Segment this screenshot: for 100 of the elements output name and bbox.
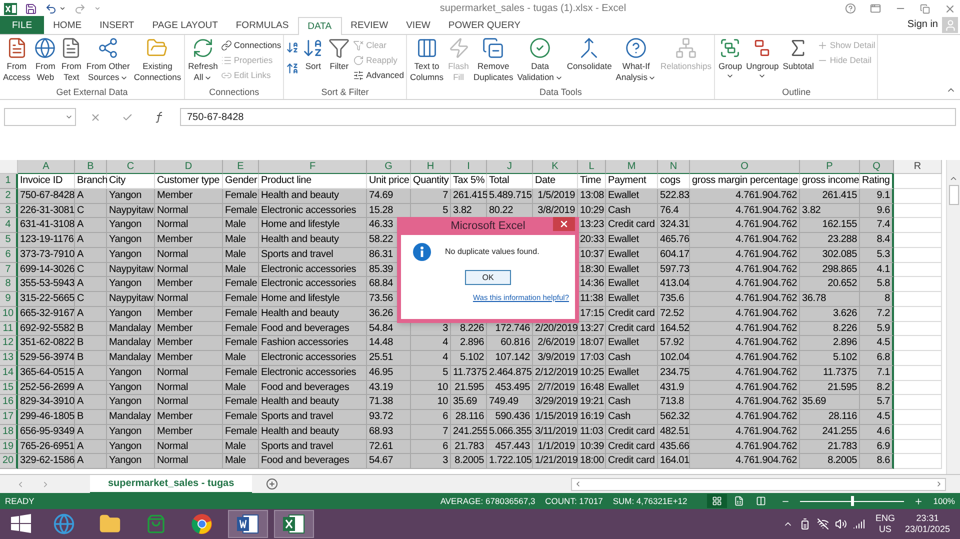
ribbon-button[interactable]: From Other Sources — [85, 37, 131, 83]
row-header[interactable]: 12 — [0, 336, 18, 351]
column-header[interactable]: L — [578, 160, 606, 174]
row-header[interactable]: 13 — [0, 351, 18, 366]
view-button[interactable] — [707, 494, 728, 508]
zoom-in-icon[interactable] — [914, 496, 924, 506]
save-icon[interactable] — [25, 2, 37, 14]
sort-descending-icon[interactable] — [286, 62, 300, 75]
enter-icon[interactable] — [122, 112, 133, 122]
column-header[interactable]: F — [259, 160, 367, 174]
row-header[interactable]: 18 — [0, 424, 18, 440]
volume-icon[interactable] — [835, 518, 848, 530]
network-off-icon[interactable] — [817, 518, 830, 530]
ribbon-button[interactable]: From Web — [33, 37, 58, 83]
ribbon-display-icon[interactable] — [870, 3, 881, 14]
row-header[interactable]: 3 — [0, 204, 18, 218]
add-sheet-icon[interactable] — [266, 478, 278, 490]
ribbon-tab[interactable]: REVIEW — [342, 17, 398, 34]
column-header[interactable]: O — [690, 160, 800, 174]
column-header[interactable]: G — [367, 160, 411, 174]
zoom-thumb[interactable] — [850, 496, 854, 506]
row-header[interactable]: 15 — [0, 380, 18, 396]
ribbon-tab[interactable]: PAGE LAYOUT — [143, 17, 227, 34]
column-header[interactable]: A — [18, 160, 75, 174]
row-header[interactable]: 5 — [0, 233, 18, 248]
cancel-icon[interactable] — [90, 112, 102, 122]
ribbon-tab[interactable]: INSERT — [90, 17, 144, 34]
ribbon-button[interactable]: From Access — [2, 37, 32, 83]
ribbon-tab[interactable]: POWER QUERY — [439, 17, 530, 34]
sheet-tab[interactable]: supermarket_sales - tugas — [90, 474, 252, 494]
row-header[interactable]: 4 — [0, 218, 18, 233]
column-header[interactable]: C — [107, 160, 155, 174]
column-header[interactable]: N — [658, 160, 690, 174]
row-header[interactable]: 8 — [0, 277, 18, 292]
ribbon-tab[interactable]: FILE — [0, 16, 44, 34]
ok-button[interactable]: OK — [465, 270, 511, 285]
row-header[interactable]: 10 — [0, 306, 18, 322]
horizontal-scrollbar[interactable] — [571, 478, 946, 490]
row-header[interactable]: 9 — [0, 292, 18, 307]
ribbon-small-button[interactable]: Connections — [220, 39, 282, 52]
close-button[interactable] — [553, 217, 575, 231]
column-header[interactable]: R — [894, 160, 942, 174]
column-header[interactable]: P — [800, 160, 860, 174]
undo-icon[interactable] — [45, 2, 57, 14]
row-header[interactable]: 19 — [0, 440, 18, 454]
customize-icon[interactable] — [94, 5, 101, 12]
signal-icon[interactable] — [853, 518, 866, 530]
language-indicator[interactable]: ENG US — [875, 513, 895, 535]
clock[interactable]: 23:31 23/01/2025 — [904, 513, 950, 535]
ribbon-button[interactable]: Sort — [301, 37, 326, 72]
sign-in-link[interactable]: Sign in — [907, 17, 938, 32]
ribbon-button[interactable]: Ungroup — [745, 37, 780, 80]
battery-icon[interactable] — [799, 518, 812, 530]
row-header[interactable]: 1 — [0, 174, 18, 189]
column-header[interactable]: H — [411, 160, 451, 174]
caret-icon[interactable] — [59, 5, 66, 12]
taskbar-app[interactable] — [274, 510, 314, 538]
ribbon-tab[interactable]: DATA — [298, 17, 342, 35]
ribbon-small-button[interactable]: Advanced — [353, 69, 404, 82]
column-header[interactable]: Q — [860, 160, 894, 174]
column-header[interactable]: J — [487, 160, 533, 174]
windows-start-icon[interactable] — [10, 513, 32, 535]
column-header[interactable]: D — [155, 160, 223, 174]
ribbon-tab[interactable]: HOME — [44, 17, 91, 34]
ribbon-button[interactable]: Data Validation — [516, 37, 564, 83]
formula-input[interactable]: 750-67-8428 — [180, 108, 956, 126]
taskbar-app[interactable] — [228, 510, 268, 538]
ribbon-tab[interactable]: FORMULAS — [226, 17, 298, 34]
ribbon-button[interactable]: From Text — [59, 37, 84, 83]
ribbon-button[interactable]: Filter — [327, 37, 352, 72]
ribbon-button[interactable]: Existing Connections — [132, 37, 182, 83]
ribbon-button[interactable]: What-If Analysis — [614, 37, 658, 83]
row-header[interactable]: 2 — [0, 188, 18, 204]
vertical-scrollbar[interactable] — [946, 160, 960, 474]
scrollbar-thumb[interactable] — [948, 185, 958, 205]
column-header[interactable]: M — [606, 160, 658, 174]
restore-icon[interactable] — [920, 4, 930, 14]
row-header[interactable]: 7 — [0, 262, 18, 278]
column-header[interactable]: I — [451, 160, 487, 174]
ribbon-button[interactable]: Group — [717, 37, 744, 80]
row-header[interactable]: 20 — [0, 454, 18, 469]
column-header[interactable]: E — [223, 160, 259, 174]
ribbon-button[interactable]: Subtotal — [782, 37, 815, 72]
row-header[interactable]: 11 — [0, 322, 18, 336]
help-icon[interactable] — [845, 3, 856, 14]
column-header[interactable]: K — [533, 160, 578, 174]
close-icon[interactable] — [944, 2, 956, 14]
ribbon-button[interactable]: Refresh All — [187, 37, 219, 83]
row-header[interactable]: 14 — [0, 366, 18, 380]
ribbon-button[interactable]: Consolidate — [566, 37, 613, 72]
row-header[interactable]: 16 — [0, 395, 18, 410]
zoom-slider[interactable] — [800, 496, 904, 506]
column-header[interactable]: B — [75, 160, 107, 174]
scroll-up-icon[interactable] — [949, 174, 958, 183]
row-header[interactable]: 17 — [0, 410, 18, 425]
ribbon-button[interactable]: Remove Duplicates — [472, 37, 514, 83]
ribbon-tab[interactable]: VIEW — [397, 17, 440, 34]
row-header[interactable]: 6 — [0, 248, 18, 262]
sort-ascending-icon[interactable] — [286, 41, 300, 54]
ribbon-button[interactable]: Text to Columns — [408, 37, 445, 83]
